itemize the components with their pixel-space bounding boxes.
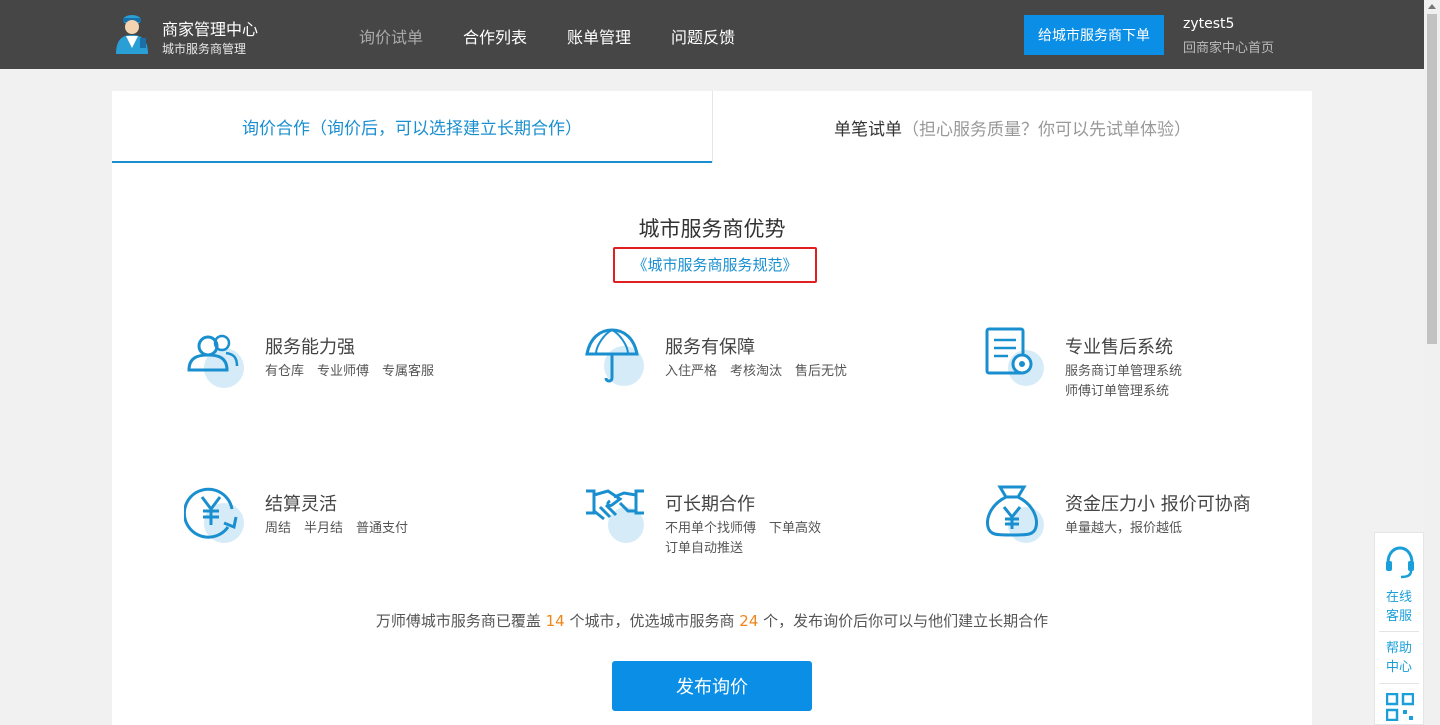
back-to-merchant-home-link[interactable]: 回商家中心首页	[1183, 37, 1274, 56]
feature-desc: 有仓库 专业师傅 专属客服	[265, 364, 435, 379]
feature-title: 服务能力强	[265, 337, 355, 358]
main-nav: 询价试单 合作列表 账单管理 问题反馈	[359, 24, 735, 48]
scroll-thumb[interactable]	[1427, 14, 1437, 344]
feature-title: 可长期合作	[665, 494, 755, 515]
feature-title: 结算灵活	[265, 494, 337, 515]
users-icon	[187, 334, 244, 388]
tab-inquiry-cooperation[interactable]: 询价合作（询价后，可以选择建立长期合作）	[112, 91, 712, 163]
headset-icon[interactable]	[1384, 545, 1416, 579]
mode-tabs: 询价合作（询价后，可以选择建立长期合作） 单笔试单 （担心服务质量？你可以先试单体…	[112, 91, 1312, 163]
umbrella-icon	[585, 328, 644, 386]
nav-item-cooperation-list[interactable]: 合作列表	[463, 24, 527, 48]
yuan-refresh-icon	[184, 487, 244, 543]
qr-code-icon[interactable]	[1386, 693, 1414, 721]
coverage-summary: 万师傅城市服务商已覆盖 14 个城市，优选城市服务商 24 个，发布询价后你可以…	[112, 610, 1312, 631]
feature-desc: 单量越大，报价越低	[1065, 521, 1183, 536]
section-title: 城市服务商优势	[638, 217, 786, 241]
order-for-provider-button[interactable]: 给城市服务商下单	[1024, 15, 1164, 55]
online-service-label-line2: 客服	[1385, 609, 1412, 624]
top-navigation-bar: 商家管理中心 城市服务商管理 询价试单 合作列表 账单管理 问题反馈 给城市服务…	[0, 0, 1424, 69]
city-count: 14	[545, 612, 565, 630]
tab-inquiry-label: 询价合作（询价后，可以选择建立长期合作）	[242, 118, 582, 139]
feature-desc: 周结 半月结 普通支付	[265, 521, 409, 536]
help-center-label-line2: 中心	[1385, 660, 1412, 675]
nav-item-feedback[interactable]: 问题反馈	[671, 24, 735, 48]
online-service-label-line1: 在线	[1385, 590, 1412, 605]
feature-title: 资金压力小 报价可协商	[1065, 494, 1251, 515]
brand-title: 商家管理中心	[162, 20, 259, 39]
provider-count: 24	[739, 612, 759, 630]
nav-item-inquiry-trial[interactable]: 询价试单	[359, 24, 423, 48]
side-divider	[1379, 631, 1419, 632]
feature-desc: 入住严格 考核淘汰 售后无忧	[665, 364, 848, 379]
summary-post: 个，发布询价后你可以与他们建立长期合作	[763, 612, 1049, 630]
user-name: zytest5	[1183, 16, 1235, 32]
nav-item-billing[interactable]: 账单管理	[567, 24, 631, 48]
money-bag-icon	[986, 485, 1044, 543]
advantages-panel: 城市服务商优势 《城市服务商服务规范》 服务能力强 有仓库 专业师傅 专属客服 …	[112, 163, 1312, 725]
publish-inquiry-button[interactable]: 发布询价	[612, 661, 812, 711]
tab-single-trial[interactable]: 单笔试单 （担心服务质量？你可以先试单体验）	[712, 91, 1312, 163]
feature-title: 服务有保障	[665, 337, 755, 358]
feature-desc: 服务商订单管理系统	[1065, 364, 1183, 379]
help-center-label-line1: 帮助	[1385, 641, 1412, 656]
feature-desc: 不用单个找师傅 下单高效	[665, 521, 822, 536]
page-scrollbar[interactable]	[1424, 0, 1440, 725]
side-help-widget: 在线 客服 帮助 中心	[1374, 532, 1424, 725]
document-gear-icon	[985, 327, 1044, 386]
feature-desc: 师傅订单管理系统	[1065, 384, 1170, 399]
tab-trial-hint: （担心服务质量？你可以先试单体验）	[902, 119, 1191, 140]
summary-mid: 个城市，优选城市服务商	[569, 612, 735, 630]
summary-pre: 万师傅城市服务商已覆盖	[375, 612, 541, 630]
feature-desc: 订单自动推送	[665, 541, 744, 556]
help-center-link[interactable]: 帮助 中心	[1375, 639, 1423, 677]
brand-subtitle: 城市服务商管理	[162, 42, 247, 56]
online-service-link[interactable]: 在线 客服	[1375, 588, 1423, 626]
scroll-up-arrow-icon[interactable]	[1428, 4, 1436, 9]
handshake-icon	[586, 489, 644, 543]
tab-trial-label: 单笔试单	[834, 119, 902, 140]
side-divider	[1379, 683, 1419, 684]
worker-logo-icon	[116, 15, 148, 54]
feature-title: 专业售后系统	[1065, 337, 1173, 358]
service-spec-link[interactable]: 《城市服务商服务规范》	[613, 247, 817, 283]
